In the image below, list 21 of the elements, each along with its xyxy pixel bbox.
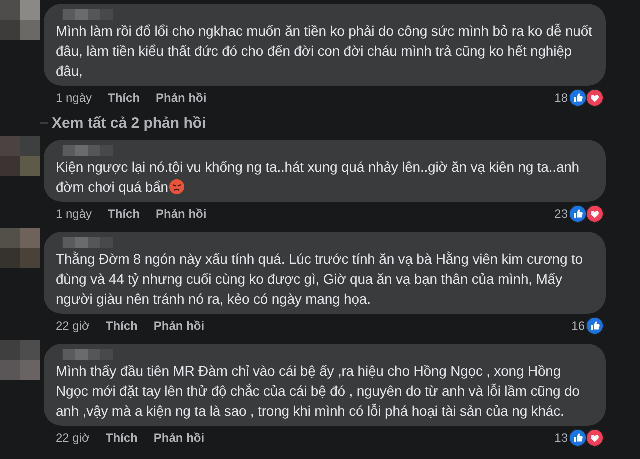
reaction-count: 13	[554, 431, 568, 445]
reply-link[interactable]: Phản hồi	[154, 319, 205, 333]
comment-text: Mình làm rồi đổ lổi cho ngkhac muốn ăn tiền ko phải do công sức mình bỏ ra ko dễ nuốt đâu, làm tiền kiểu thất đức đó cho đến đời con đời cháu mình trả cũng ko hết nghiệp đâu,	[56, 22, 594, 81]
comment-time: 22 giờ	[56, 431, 90, 445]
comment-text: Kiện ngược lại nó.tội vu khống ng ta..hát xung quá nhảy lên..giờ ăn vạ kiên ng ta..anh đờm chơi quá bẩn	[56, 158, 580, 197]
comment-time: 1 ngày	[56, 91, 92, 105]
comment-time: 1 ngày	[56, 207, 92, 221]
view-replies-link[interactable]: Xem tất cả 2 phản hồi	[52, 114, 206, 132]
reply-link[interactable]: Phản hồi	[156, 207, 207, 221]
reaction-count: 18	[554, 91, 568, 105]
reaction-count: 23	[554, 207, 568, 221]
reaction-count: 16	[572, 319, 585, 333]
like-link[interactable]: Thích	[108, 207, 140, 221]
reply-link[interactable]: Phản hồi	[154, 431, 205, 445]
comment-time: 22 giờ	[56, 319, 90, 333]
like-link[interactable]: Thích	[108, 91, 140, 105]
like-link[interactable]: Thích	[106, 319, 138, 333]
like-link[interactable]: Thích	[106, 431, 138, 445]
comment-text: Mình thấy đầu tiên MR Đàm chỉ vào cái bệ ấy ,ra hiệu cho Hồng Ngọc , xong Hồng Ngọc mới đặt tay lên thử độ chắc của cái bệ đó , nguyên do từ anh và lỗi lầm cũng do anh ,vậy mà a kiện ng ta là sao , trong khi mình có lỗi phá hoại tài sản của ng khác.	[56, 362, 581, 421]
reply-link[interactable]: Phản hồi	[156, 91, 207, 105]
comment-text: Thằng Đờm 8 ngón này xấu tính quá. Lúc trước tính ăn vạ bà Hằng viên kim cương to đùng và 44 tỷ nhưng cuối cùng ko được gì, Giờ qua ăn vạ bạn thân của mình, Mấy người giàu nên tránh nó ra, kẻo có ngày mang họa.	[56, 250, 584, 309]
